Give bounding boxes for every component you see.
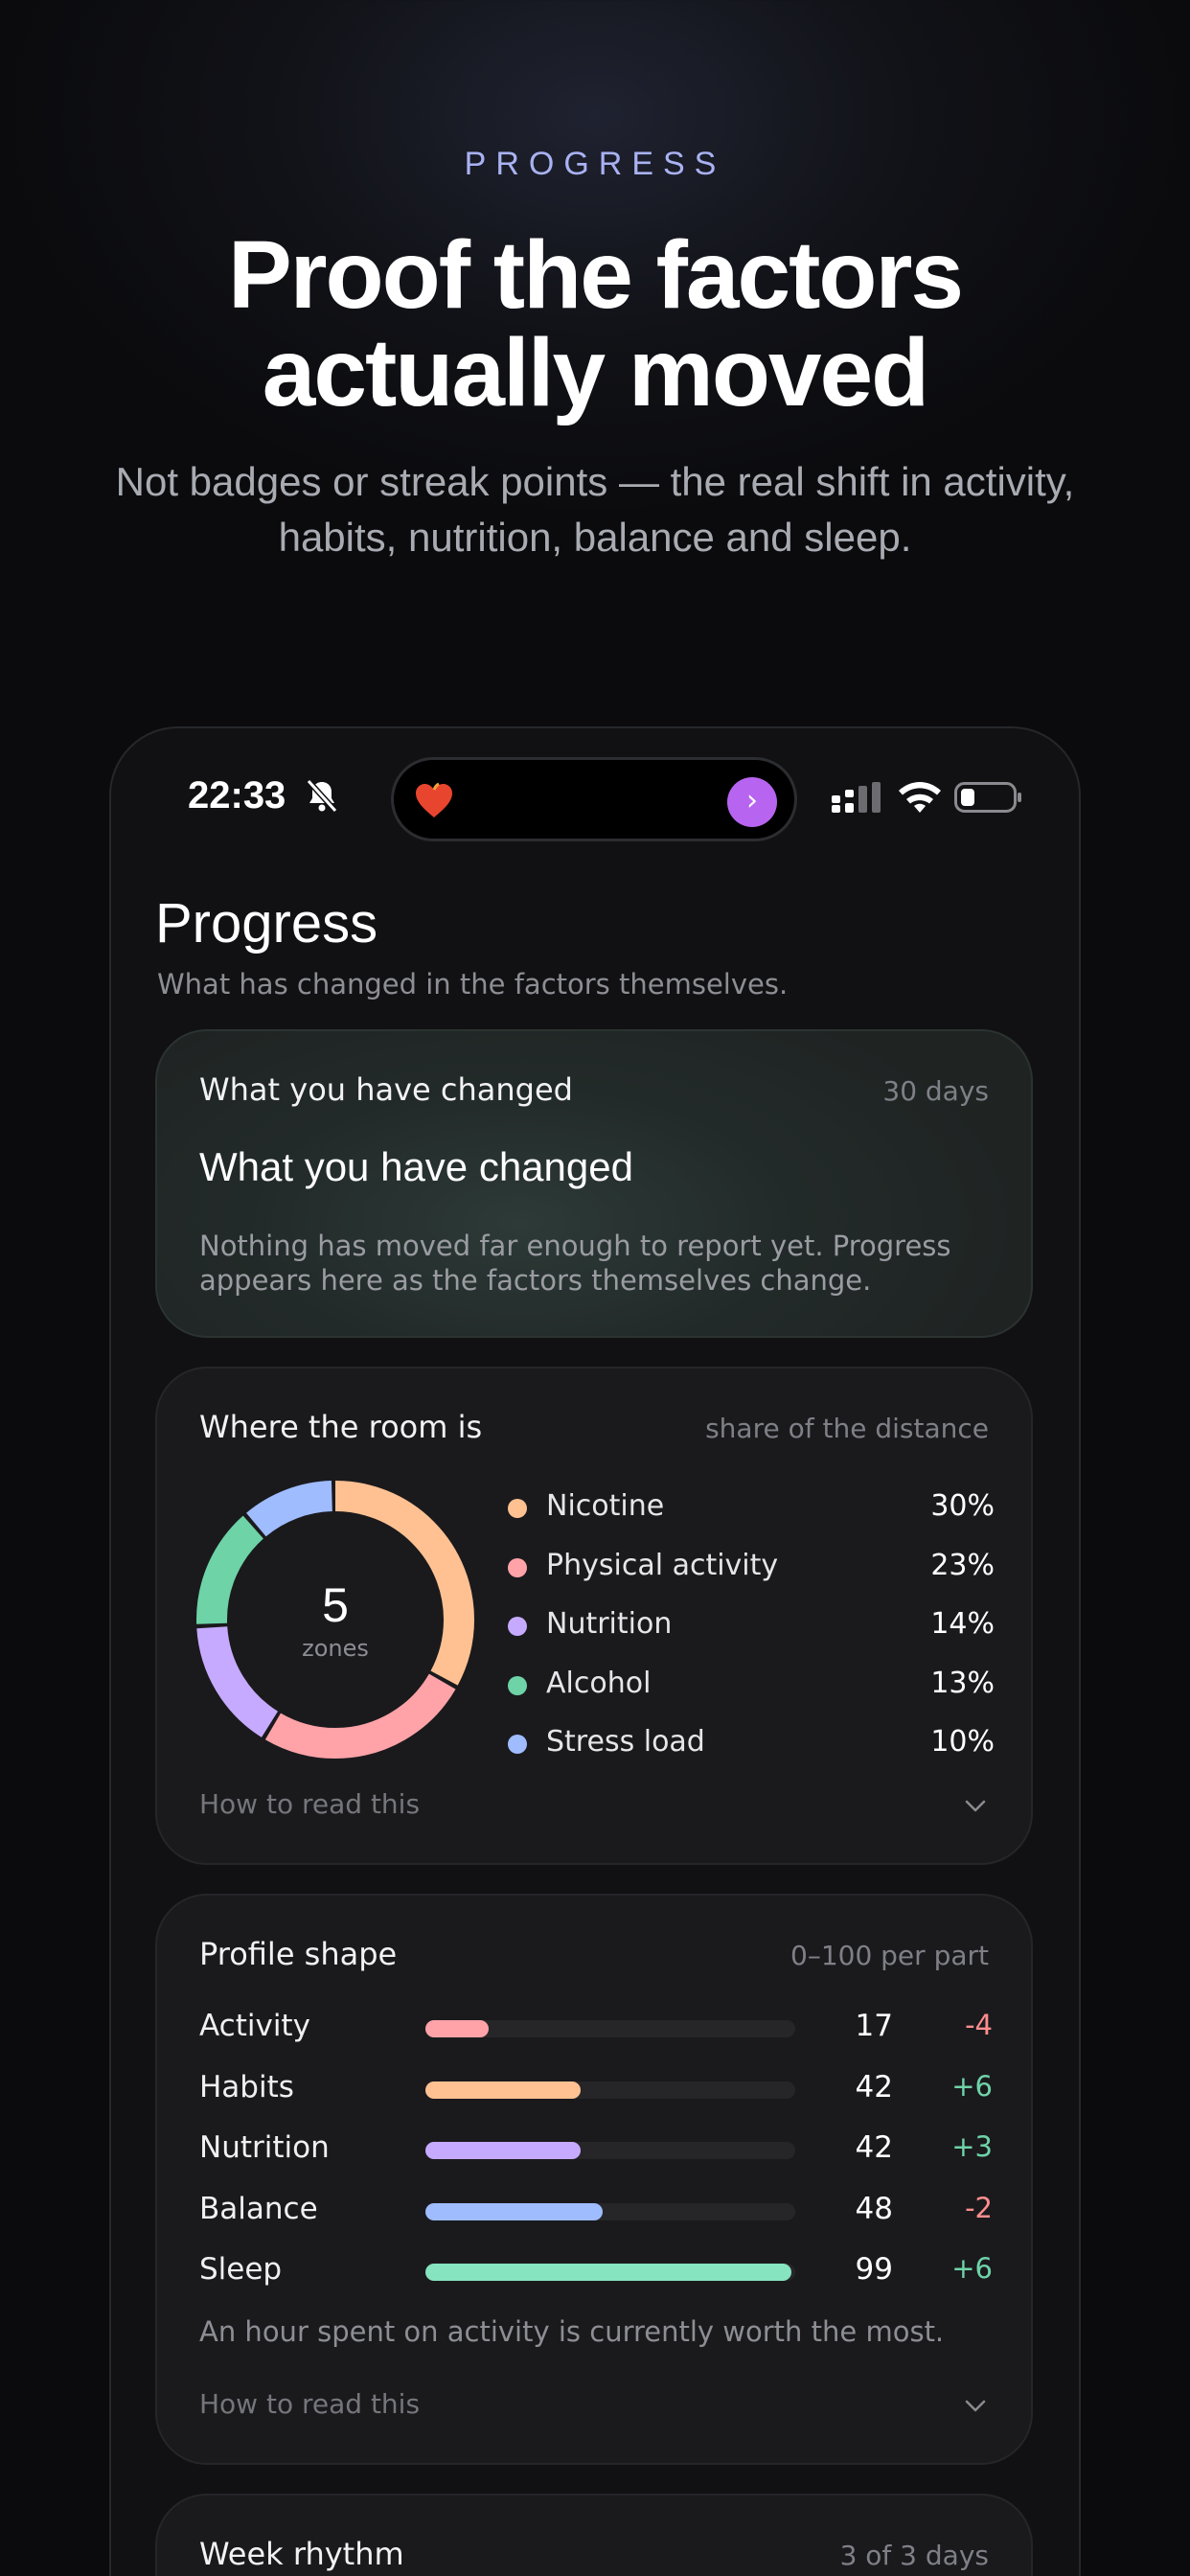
wifi-icon bbox=[899, 782, 941, 813]
room-how-to-read[interactable]: How to read this bbox=[199, 1788, 420, 1820]
status-time: 22:33 bbox=[188, 774, 286, 816]
changes-card: What you have changed 30 days What you h… bbox=[155, 1029, 1033, 1338]
legend-item: Stress load 10% bbox=[508, 1717, 995, 1777]
changes-card-period: 30 days bbox=[882, 1075, 989, 1107]
profile-bar-track bbox=[425, 2020, 795, 2037]
profile-row-delta: +3 bbox=[951, 2130, 993, 2163]
profile-row: Habits 42 +6 bbox=[199, 2064, 993, 2126]
profile-bar-fill bbox=[425, 2142, 582, 2159]
page-subtitle: What has changed in the factors themselv… bbox=[157, 968, 789, 1000]
legend-dot bbox=[508, 1557, 527, 1577]
legend-dot bbox=[508, 1499, 527, 1518]
hero-title-line-2: actually moved bbox=[262, 319, 930, 426]
legend-item: Nutrition 14% bbox=[508, 1599, 995, 1659]
profile-row-label: Activity bbox=[199, 2009, 310, 2043]
week-rhythm-card: Week rhythm 3 of 3 days bbox=[155, 2494, 1033, 2576]
room-card-meta: share of the distance bbox=[705, 1413, 989, 1444]
legend-value: 10% bbox=[930, 1725, 995, 1759]
changes-card-heading: What you have changed bbox=[199, 1071, 573, 1108]
profile-bar-fill bbox=[425, 2202, 604, 2220]
legend-label: Physical activity bbox=[546, 1548, 779, 1582]
profile-row-score: 17 bbox=[855, 2009, 893, 2043]
profile-bar-track bbox=[425, 2142, 795, 2159]
profile-row: Activity 17 -4 bbox=[199, 2003, 993, 2064]
profile-row-label: Nutrition bbox=[199, 2130, 330, 2165]
profile-how-to-read[interactable]: How to read this bbox=[199, 2388, 420, 2420]
hero-title-line-1: Proof the factors bbox=[227, 221, 964, 329]
donut-center-label: zones bbox=[302, 1635, 369, 1662]
week-card-heading: Week rhythm bbox=[199, 2536, 404, 2572]
profile-bar-track bbox=[425, 2081, 795, 2099]
chevron-down-icon[interactable] bbox=[962, 1792, 989, 1819]
battery-icon bbox=[954, 782, 1021, 813]
profile-row: Nutrition 42 +3 bbox=[199, 2125, 993, 2186]
profile-row-delta: -4 bbox=[965, 2009, 993, 2041]
profile-card: Profile shape 0–100 per part Activity 17 -… bbox=[155, 1894, 1033, 2465]
changes-card-title: What you have changed bbox=[199, 1144, 633, 1189]
hero-eyebrow: PROGRESS bbox=[464, 146, 726, 182]
profile-bar-fill bbox=[425, 2264, 792, 2281]
profile-note: An hour spent on activity is currently w… bbox=[199, 2315, 945, 2348]
zones-donut-chart: 5 zones bbox=[196, 1481, 474, 1759]
phone-frame: 22:33 › Progress What has changed in the… bbox=[109, 726, 1081, 2576]
legend-dot bbox=[508, 1675, 527, 1695]
profile-row-score: 42 bbox=[855, 2069, 893, 2104]
profile-bar-track bbox=[425, 2202, 795, 2220]
hero-title: Proof the factors actually moved bbox=[0, 226, 1190, 422]
profile-row-delta: +6 bbox=[951, 2252, 993, 2285]
legend-dot bbox=[508, 1617, 527, 1636]
profile-bar-fill bbox=[425, 2020, 489, 2037]
chevron-right-icon[interactable]: › bbox=[727, 777, 777, 827]
legend-label: Nutrition bbox=[546, 1607, 673, 1641]
signal-icon bbox=[832, 782, 881, 813]
dynamic-island[interactable]: › bbox=[391, 757, 797, 841]
profile-row-score: 42 bbox=[855, 2130, 893, 2165]
legend-item: Nicotine 30% bbox=[508, 1482, 995, 1541]
legend-item: Physical activity 23% bbox=[508, 1541, 995, 1600]
profile-row-label: Habits bbox=[199, 2069, 294, 2104]
week-card-meta: 3 of 3 days bbox=[839, 2540, 989, 2571]
legend-dot bbox=[508, 1735, 527, 1754]
hero-subtitle-line-2: habits, nutrition, balance and sleep. bbox=[278, 515, 912, 560]
bell-muted-icon bbox=[306, 778, 338, 814]
legend-label: Stress load bbox=[546, 1725, 705, 1759]
profile-card-meta: 0–100 per part bbox=[790, 1940, 989, 1971]
legend-value: 30% bbox=[930, 1489, 995, 1523]
hero-subtitle: Not badges or streak points — the real s… bbox=[77, 454, 1113, 565]
legend-value: 13% bbox=[930, 1666, 995, 1700]
profile-row-score: 48 bbox=[855, 2191, 893, 2226]
profile-row-label: Balance bbox=[199, 2191, 318, 2226]
legend-item: Alcohol 13% bbox=[508, 1659, 995, 1718]
legend-label: Alcohol bbox=[546, 1666, 652, 1700]
profile-row-delta: +6 bbox=[951, 2069, 993, 2103]
profile-row-score: 99 bbox=[855, 2252, 893, 2287]
legend-label: Nicotine bbox=[546, 1489, 665, 1523]
changes-card-body: Nothing has moved far enough to report y… bbox=[199, 1230, 951, 1297]
chevron-down-icon[interactable] bbox=[962, 2392, 989, 2419]
profile-bars: Activity 17 -4 Habits 42 +6 Nutrition 42 +3 Balan… bbox=[199, 2003, 993, 2308]
room-card-heading: Where the room is bbox=[199, 1409, 483, 1445]
profile-bar-fill bbox=[425, 2081, 582, 2099]
profile-card-heading: Profile shape bbox=[199, 1936, 398, 1972]
profile-row-label: Sleep bbox=[199, 2252, 283, 2287]
heart-icon bbox=[416, 782, 452, 817]
page-title: Progress bbox=[155, 892, 378, 954]
legend-value: 23% bbox=[930, 1548, 995, 1582]
profile-row-delta: -2 bbox=[965, 2191, 993, 2224]
zones-legend: Nicotine 30% Physical activity 23% Nutrition… bbox=[508, 1482, 995, 1777]
hero-subtitle-line-1: Not badges or streak points — the real s… bbox=[115, 459, 1075, 504]
profile-row: Balance 48 -2 bbox=[199, 2186, 993, 2247]
profile-row: Sleep 99 +6 bbox=[199, 2246, 993, 2308]
profile-bar-track bbox=[425, 2264, 795, 2281]
room-card: Where the room is share of the distance … bbox=[155, 1367, 1033, 1865]
legend-value: 14% bbox=[930, 1607, 995, 1641]
donut-center-value: 5 bbox=[322, 1578, 349, 1632]
